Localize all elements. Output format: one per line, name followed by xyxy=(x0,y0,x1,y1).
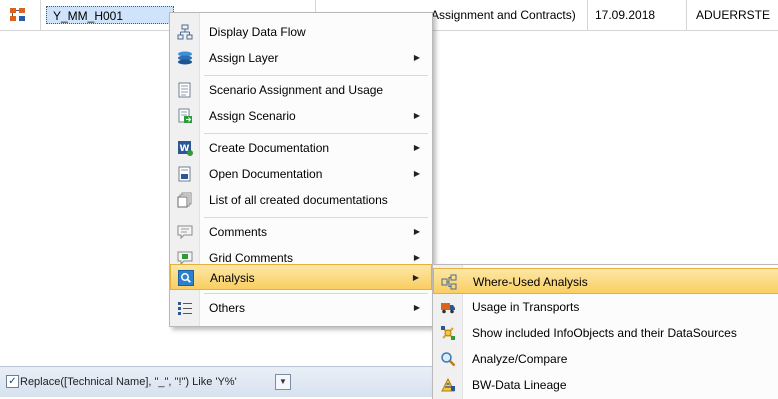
menu-item-create-documentation[interactable]: W Create Documentation ▶ xyxy=(170,135,432,161)
lineage-icon xyxy=(440,377,456,393)
menu-item-label: Assign Layer xyxy=(209,51,279,65)
filter-bar: ✓ Replace([Technical Name], "_", "!") Li… xyxy=(0,366,434,397)
comment-icon xyxy=(177,224,193,240)
layer-icon xyxy=(177,50,193,66)
submenu-arrow-icon: ▶ xyxy=(413,111,420,120)
submenu-item-label: BW-Data Lineage xyxy=(472,378,567,392)
filter-checkbox[interactable]: ✓ xyxy=(6,375,19,388)
menu-item-label: Analysis xyxy=(210,271,255,285)
menu-separator xyxy=(204,217,428,218)
submenu-item-label: Usage in Transports xyxy=(472,300,580,314)
menu-item-label: List of all created documentations xyxy=(209,193,388,207)
menu-item-scenario-assignment[interactable]: Scenario Assignment and Usage xyxy=(170,77,432,103)
list-icon xyxy=(177,300,193,316)
submenu-item-where-used[interactable]: Where-Used Analysis xyxy=(433,268,778,294)
analysis-icon xyxy=(178,270,194,286)
menu-item-analysis[interactable]: Analysis ▶ xyxy=(170,264,432,290)
transport-icon xyxy=(440,299,456,315)
menu-item-open-documentation[interactable]: Open Documentation ▶ xyxy=(170,161,432,187)
grid-cell-icon xyxy=(0,0,41,30)
submenu-arrow-icon: ▶ xyxy=(413,53,420,62)
menu-item-label: Others xyxy=(209,301,246,315)
menu-item-label: Open Documentation xyxy=(209,167,323,181)
create-doc-icon: W xyxy=(177,140,193,156)
date-cell[interactable]: 17.09.2018 xyxy=(587,0,687,30)
context-menu: Display Data Flow Assign Layer ▶ Scenari… xyxy=(169,12,433,327)
menu-separator xyxy=(204,293,428,294)
scenario-icon xyxy=(177,82,193,98)
menu-item-assign-layer[interactable]: Assign Layer ▶ xyxy=(170,45,432,71)
submenu-item-analyze-compare[interactable]: Analyze/Compare xyxy=(433,346,778,372)
submenu-arrow-icon: ▶ xyxy=(413,169,420,178)
menu-separator xyxy=(204,75,428,76)
filter-expression[interactable]: Replace([Technical Name], "_", "!") Like… xyxy=(20,367,237,397)
submenu-item-show-infoobjects[interactable]: Show included InfoObjects and their Data… xyxy=(433,320,778,346)
technical-name-cell[interactable]: Y_MM_H001 xyxy=(46,6,174,24)
infoobjects-icon xyxy=(440,325,456,341)
menu-item-label: Scenario Assignment and Usage xyxy=(209,83,384,97)
submenu-item-label: Where-Used Analysis xyxy=(473,275,588,289)
data-flow-icon xyxy=(177,24,193,40)
menu-item-label: Display Data Flow xyxy=(209,25,306,39)
menu-item-label: Comments xyxy=(209,225,268,239)
menu-item-display-data-flow[interactable]: Display Data Flow xyxy=(170,19,432,45)
magnifier-icon xyxy=(440,351,456,367)
submenu-arrow-icon: ▶ xyxy=(413,303,420,312)
filter-dropdown-button[interactable]: ▼ xyxy=(275,374,291,390)
menu-item-others[interactable]: Others ▶ xyxy=(170,295,432,321)
description-cell[interactable]: Assignment and Contracts) xyxy=(429,0,588,30)
where-used-icon xyxy=(441,274,457,290)
submenu-arrow-icon: ▶ xyxy=(412,273,419,282)
analysis-submenu: Where-Used Analysis Usage in Transports … xyxy=(432,264,778,399)
submenu-item-usage-in-transports[interactable]: Usage in Transports xyxy=(433,294,778,320)
menu-item-comments[interactable]: Comments ▶ xyxy=(170,219,432,245)
submenu-item-bw-data-lineage[interactable]: BW-Data Lineage xyxy=(433,372,778,398)
submenu-item-label: Show included InfoObjects and their Data… xyxy=(472,326,737,340)
submenu-arrow-icon: ▶ xyxy=(413,227,420,236)
menu-item-label: Assign Scenario xyxy=(209,109,296,123)
submenu-arrow-icon: ▶ xyxy=(413,143,420,152)
menu-item-assign-scenario[interactable]: Assign Scenario ▶ xyxy=(170,103,432,129)
user-cell[interactable]: ADUERRSTE xyxy=(688,0,778,30)
menu-separator xyxy=(204,133,428,134)
submenu-item-label: Analyze/Compare xyxy=(472,352,568,366)
doc-list-icon xyxy=(177,192,193,208)
menu-item-label: Create Documentation xyxy=(209,141,330,155)
menu-item-list-documentations[interactable]: List of all created documentations xyxy=(170,187,432,213)
assign-scenario-icon xyxy=(177,108,193,124)
open-doc-icon xyxy=(177,166,193,182)
